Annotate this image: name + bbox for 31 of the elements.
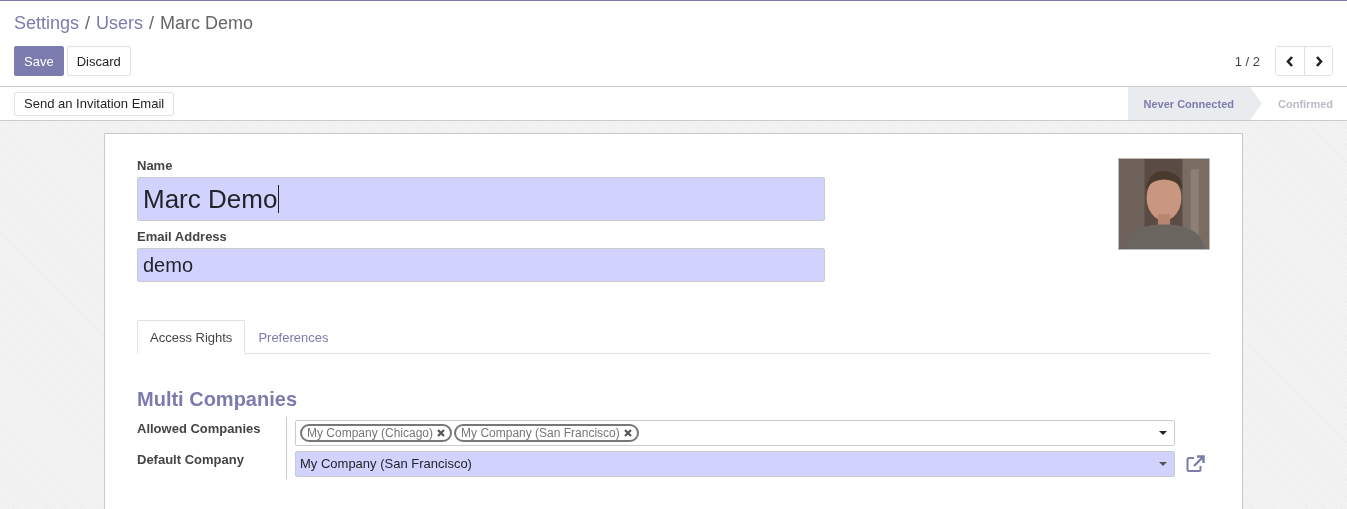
breadcrumb-link[interactable]: Users (96, 13, 144, 33)
name-field[interactable]: Marc Demo (137, 177, 825, 221)
breadcrumb-link[interactable]: Settings (14, 13, 80, 33)
remove-icon[interactable] (623, 428, 632, 437)
field-label: Name (137, 158, 174, 173)
chevron-left-icon (1286, 55, 1294, 67)
company-tag: My Company (San Francisco) (454, 423, 639, 442)
chevron-right-icon (1314, 55, 1323, 67)
company-tag: My Company (Chicago) (300, 423, 453, 442)
section-title: Multi Companies (137, 388, 298, 411)
default-company-field[interactable]: My Company (San Francisco) (295, 450, 1175, 477)
allowed-companies-field[interactable]: My Company (Chicago) My Company (San Francisco) (295, 419, 1175, 446)
dropdown-caret-icon (1159, 461, 1167, 466)
dropdown-caret-icon (1159, 430, 1167, 435)
field-label: Default Company (137, 448, 287, 479)
discard-button[interactable]: Discard (66, 46, 131, 76)
tab[interactable]: Preferences (245, 320, 342, 354)
save-button[interactable]: Save (14, 46, 64, 76)
external-link-icon[interactable] (1186, 454, 1206, 473)
field-label: Allowed Companies (137, 417, 287, 448)
field-label: Email Address (137, 229, 228, 244)
next-button[interactable] (1304, 47, 1332, 75)
remove-icon[interactable] (437, 428, 446, 437)
breadcrumb-current: Marc Demo (160, 13, 254, 33)
tab[interactable]: Access Rights (137, 320, 246, 354)
send-invitation-button[interactable]: Send an Invitation Email (14, 91, 175, 116)
breadcrumb-separator: / (85, 13, 91, 33)
status-stage[interactable]: Never Connected (1127, 87, 1262, 120)
breadcrumb-separator: / (149, 13, 155, 33)
pager-value: 1 / 2 (1234, 53, 1260, 69)
email-field[interactable]: demo (137, 248, 825, 282)
